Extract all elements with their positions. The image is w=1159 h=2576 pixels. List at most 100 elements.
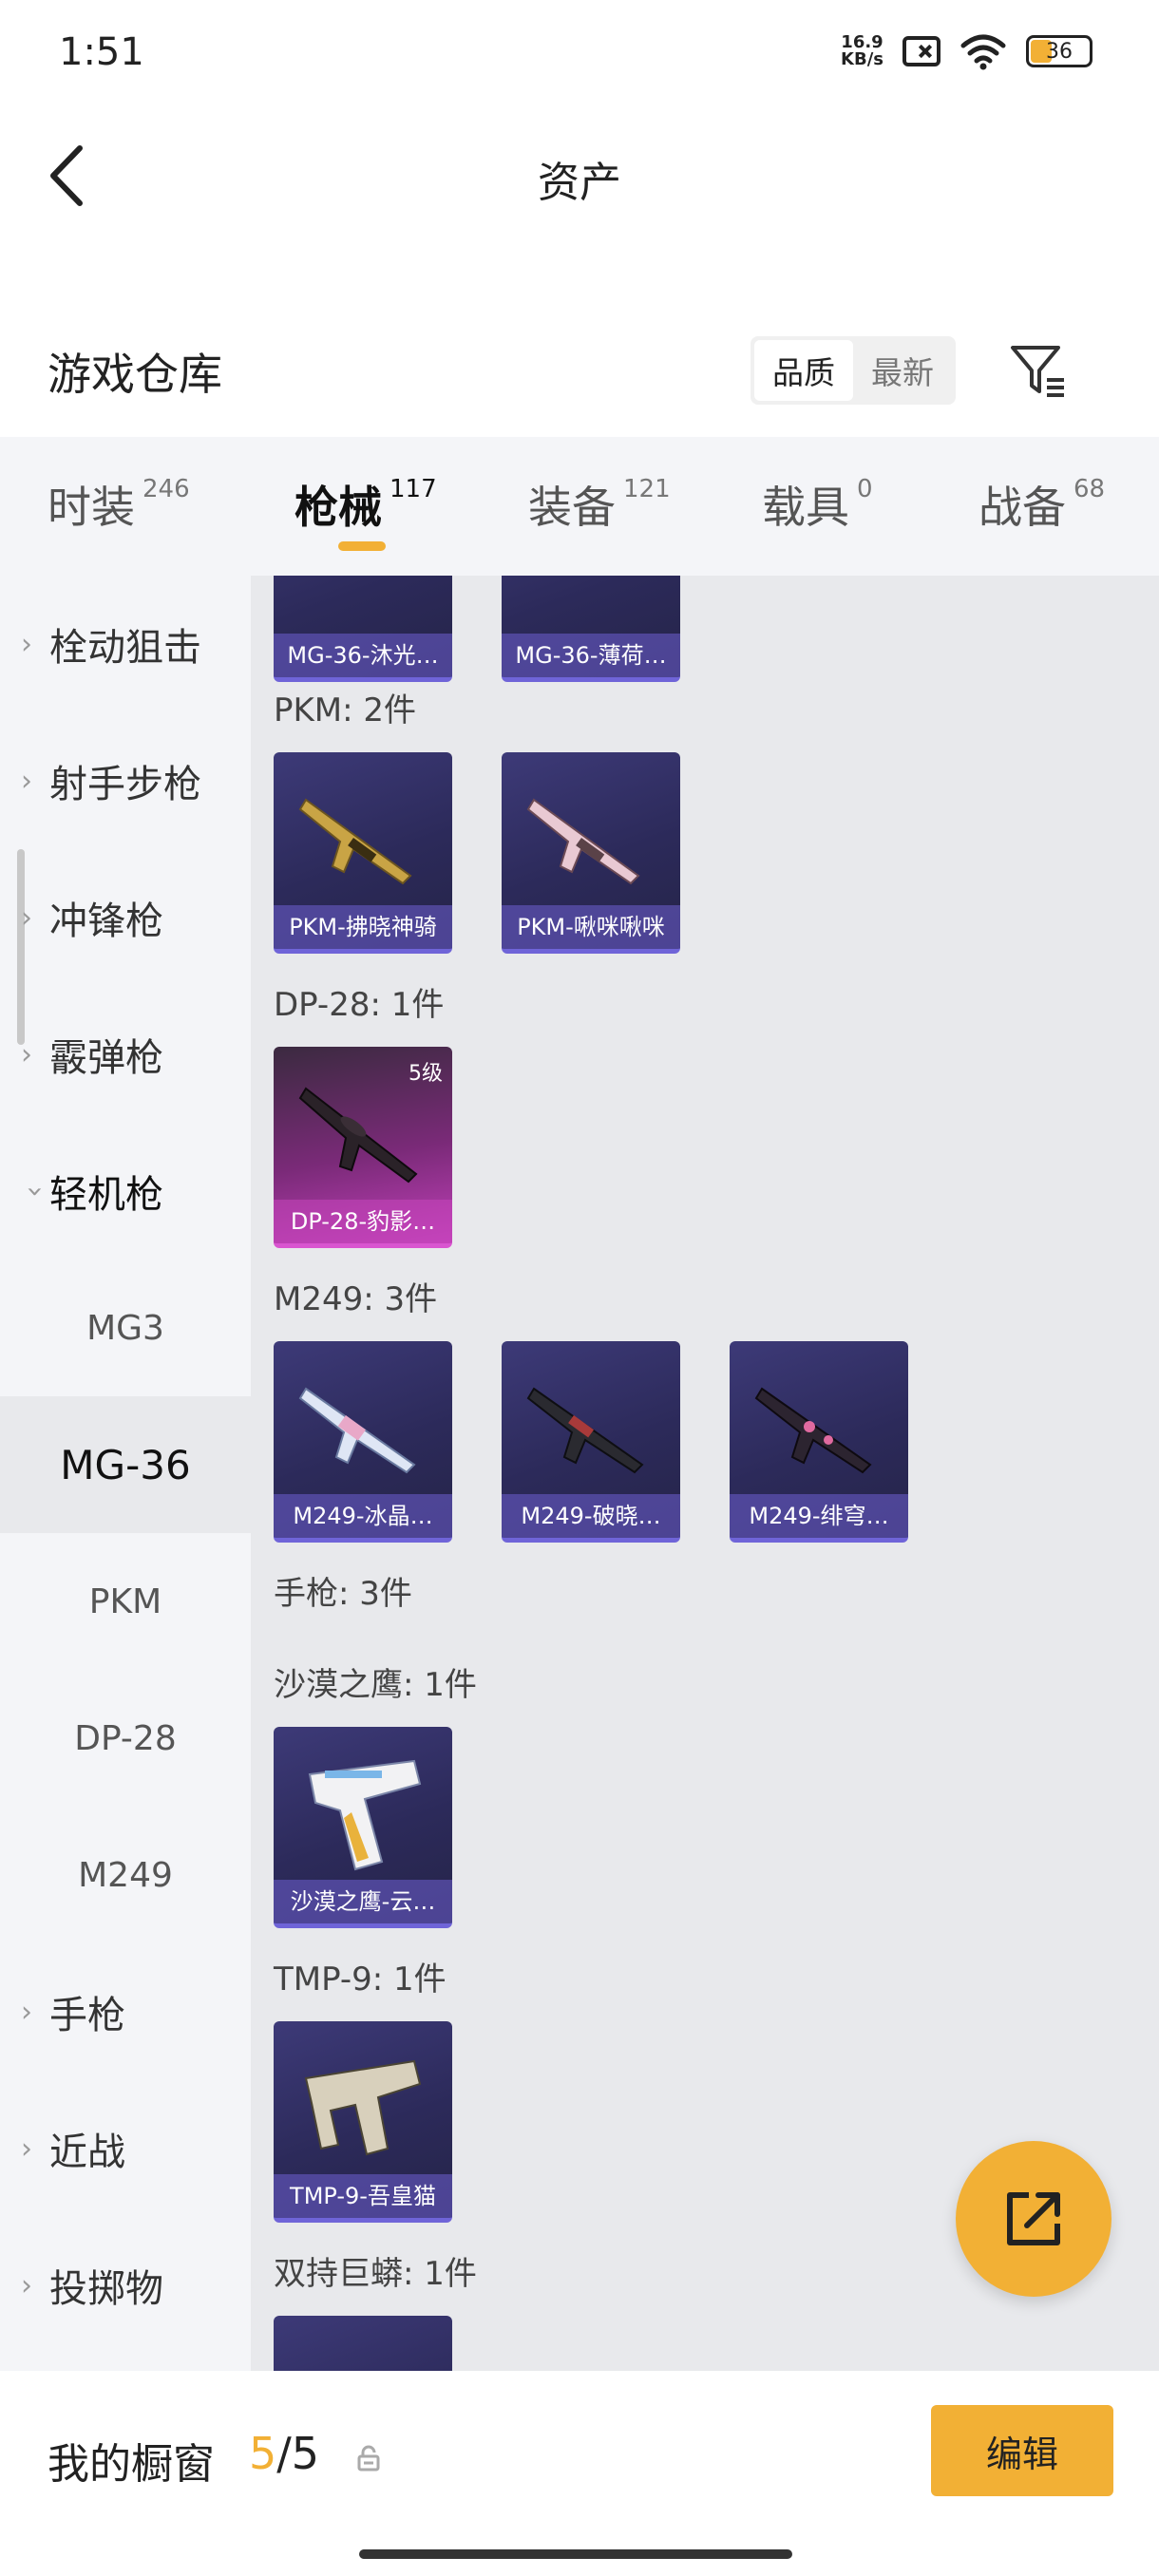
showcase-separator: / [276,2428,292,2479]
group-label: 手枪: 3件 [274,1575,412,1613]
weapon-card-name: DP-28-豹影… [274,1200,452,1243]
sidebar-subitem-mg3[interactable]: MG3 [0,1260,251,1396]
edit-button[interactable]: 编辑 [931,2405,1113,2496]
tab-label: 时装 [48,482,135,533]
tab-vehicles[interactable]: 载具 0 [762,473,873,536]
warehouse-title: 游戏仓库 [48,349,222,400]
sidebar-item-label: 射手步枪 [49,763,201,806]
weapon-card-name: PKM-啾咪啾咪 [502,905,680,949]
wifi-icon [960,34,1006,70]
sidebar-item-shotgun[interactable]: › 霰弹枪 [0,986,251,1123]
rifle-icon [298,1087,418,1184]
showcase-total: 5 [291,2428,320,2479]
weapon-card[interactable]: MG-36-薄荷… [502,576,680,682]
chevron-right-icon: › [21,900,32,935]
weapon-card[interactable]: PKM-啾咪啾咪 [502,752,680,954]
weapon-card-name: TMP-9-吾皇猫 [274,2174,452,2218]
weapon-card[interactable]: TMP-9-吾皇猫 [274,2021,452,2223]
sidebar-subitem-mg36[interactable]: MG-36 [0,1396,251,1533]
weapon-card-name: MG-36-沐光… [274,634,452,677]
weapon-card-name: M249-绯穹… [730,1494,908,1538]
tab-count: 68 [1074,475,1106,503]
status-icons: 16.9 KB/s 36 [841,32,1092,70]
weapon-card[interactable]: M249-破晓… [502,1341,680,1543]
weapon-card[interactable]: 5级 DP-28-豹影… [274,1047,452,1248]
sidebar-item-throwables[interactable]: › 投掷物 [0,2217,251,2354]
group-label: DP-28: 1件 [274,986,445,1024]
showcase-count: 5/5 [249,2428,319,2479]
sidebar-subitem-m249[interactable]: M249 [0,1807,251,1943]
chevron-right-icon: › [21,764,32,798]
sidebar-item-smg[interactable]: › 冲锋枪 [0,849,251,986]
warehouse-row: 游戏仓库 品质 最新 [0,313,1159,418]
weapon-card[interactable]: M249-绯穹… [730,1341,908,1543]
no-sim-icon [902,36,940,66]
sidebar-subitem-dp28[interactable]: DP-28 [0,1670,251,1807]
tab-label: 枪械 [294,482,382,533]
battery-level: 36 [1046,39,1073,64]
sidebar-item-pistol[interactable]: › 手枪 [0,1943,251,2080]
tab-count: 246 [142,475,190,503]
tab-equipment[interactable]: 装备 121 [528,473,671,536]
tab-supplies[interactable]: 战备 68 [978,473,1105,536]
chevron-right-icon: › [21,627,32,661]
sort-newest-button[interactable]: 最新 [853,340,952,401]
sidebar-item-bolt-action-sniper[interactable]: › 栓动狙击 [0,576,251,712]
rifle-icon [526,798,640,885]
sidebar-item-label: 栓动狙击 [49,626,201,670]
weapon-card[interactable]: M249-冰晶… [274,1341,452,1543]
pistol-icon [308,1759,422,1871]
group-label: PKM: 2件 [274,691,417,729]
sidebar-item-marksman-rifle[interactable]: › 射手步枪 [0,712,251,849]
sidebar-item-label: 冲锋枪 [49,900,163,943]
sidebar-item-label: 手枪 [49,1994,125,2037]
active-tab-indicator [338,541,386,551]
tab-count: 121 [623,475,671,503]
rifle-icon [526,1387,644,1474]
tab-count: 117 [390,475,437,503]
share-icon [1007,2192,1060,2245]
tab-label: 战备 [978,482,1066,533]
chevron-right-icon: › [21,2268,32,2302]
weapon-card[interactable]: PKM-拂晓神骑 [274,752,452,954]
weapon-card[interactable]: 沙漠之鹰-云… [274,1727,452,1928]
chevron-right-icon: › [21,2131,32,2166]
rifle-icon [298,1387,416,1474]
chevron-right-icon: › [21,1037,32,1071]
page-title: 资产 [538,159,621,207]
group-label: 沙漠之鹰: 1件 [274,1666,477,1704]
weapon-card[interactable] [274,2316,452,2371]
tab-fashion[interactable]: 时装 246 [48,473,190,536]
sidebar-item-label: 霰弹枪 [49,1036,163,1080]
weapon-type-sidebar[interactable]: › 栓动狙击 › 射手步枪 › 冲锋枪 › 霰弹枪 › 轻机枪 MG3 MG-3… [0,576,251,2371]
status-bar: 1:51 16.9 KB/s 36 [0,0,1159,104]
sidebar-item-lmg[interactable]: › 轻机枪 [0,1123,251,1260]
category-tabs: 时装 246 枪械 117 装备 121 载具 0 战备 68 [0,437,1159,576]
rifle-icon [754,1387,872,1474]
home-indicator[interactable] [359,2549,792,2559]
sidebar-item-label: 近战 [49,2131,125,2174]
sort-toggle: 品质 最新 [750,336,956,405]
lock-icon[interactable] [355,2445,382,2472]
chevron-down-icon: › [18,1185,52,1197]
share-button[interactable] [956,2141,1112,2297]
tab-firearms[interactable]: 枪械 117 [294,473,437,536]
smg-icon [304,2059,422,2156]
sidebar-item-melee[interactable]: › 近战 [0,2080,251,2217]
sort-quality-button[interactable]: 品质 [754,340,853,401]
battery-icon: 36 [1026,35,1092,67]
sidebar-item-label: 投掷物 [49,2267,163,2311]
filter-button[interactable] [1007,336,1068,405]
weapon-grid[interactable]: MG-36-沐光… MG-36-薄荷… PKM: 2件 PKM-拂晓神骑 PKM… [251,576,1159,2371]
weapon-card-name: MG-36-薄荷… [502,634,680,677]
network-speed-unit: KB/s [841,49,884,69]
group-label: 双持巨蟒: 1件 [274,2255,477,2293]
sidebar-subitem-pkm[interactable]: PKM [0,1533,251,1670]
weapon-card[interactable]: MG-36-沐光… [274,576,452,682]
rifle-icon [298,798,412,885]
showcase-current: 5 [249,2428,277,2479]
tab-count: 0 [857,475,873,503]
header: 资产 [0,104,1159,247]
showcase-label: 我的橱窗 [48,2440,215,2489]
tab-label: 载具 [762,482,849,533]
